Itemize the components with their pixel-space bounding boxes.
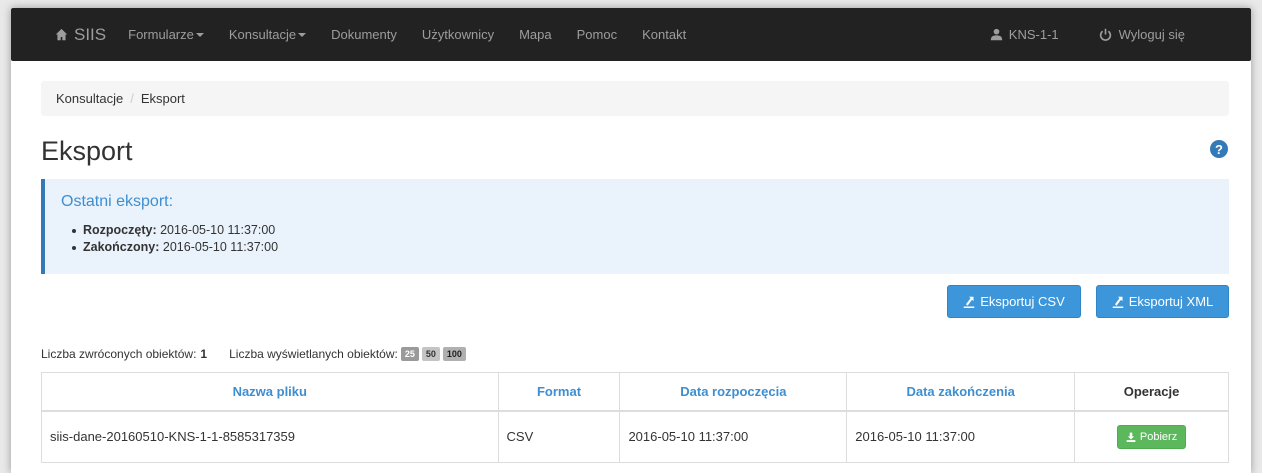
home-icon <box>55 28 68 41</box>
export-csv-button[interactable]: Eksportuj CSV <box>947 285 1081 318</box>
nav-konsultacje[interactable]: Konsultacje <box>229 27 307 42</box>
last-export-list: Rozpoczęty: 2016-05-10 11:37:00 Zakończo… <box>72 222 1229 256</box>
cell-file-name: siis-dane-20160510-KNS-1-1-8585317359 <box>41 410 499 463</box>
export-xml-button[interactable]: Eksportuj XML <box>1096 285 1229 318</box>
user-icon <box>990 28 1002 41</box>
breadcrumb-separator: / <box>130 91 134 106</box>
last-export-callout: Ostatni eksport: Rozpoczęty: 2016-05-10 … <box>41 179 1229 274</box>
top-navbar: SIIS Formularze Konsultacje Dokumenty Uż… <box>11 8 1251 61</box>
nav-uzytkownicy[interactable]: Użytkownicy <box>422 27 494 42</box>
caret-down-icon <box>298 32 307 37</box>
caret-down-icon <box>195 32 204 37</box>
nav-pomoc[interactable]: Pomoc <box>577 27 617 42</box>
col-format[interactable]: Format <box>497 372 621 412</box>
table-header-row: Nazwa pliku Format Data rozpoczęcia Data… <box>41 372 1229 412</box>
brand-link[interactable]: SIIS <box>55 25 106 45</box>
user-menu[interactable]: KNS-1-1 <box>990 27 1059 42</box>
cell-format: CSV <box>497 410 621 463</box>
page-size-100[interactable]: 100 <box>442 347 466 361</box>
list-item: Zakończony: 2016-05-10 11:37:00 <box>72 239 1229 256</box>
page-title: Eksport <box>41 136 133 166</box>
exports-table: Nazwa pliku Format Data rozpoczęcia Data… <box>41 372 1229 463</box>
page-size-25[interactable]: 25 <box>400 347 419 361</box>
logout-link[interactable]: Wyloguj się <box>1099 27 1185 42</box>
returned-count-label: Liczba zwróconych obiektów: <box>41 347 197 361</box>
nav-formularze[interactable]: Formularze <box>128 27 204 42</box>
brand-label: SIIS <box>74 24 107 44</box>
col-file-name[interactable]: Nazwa pliku <box>41 372 499 412</box>
power-icon <box>1099 28 1111 41</box>
col-end-date[interactable]: Data zakończenia <box>846 372 1076 412</box>
download-button[interactable]: Pobierz <box>1116 424 1187 449</box>
page-size-label: Liczba wyświetlanych obiektów: <box>229 347 398 361</box>
nav-kontakt[interactable]: Kontakt <box>642 27 686 42</box>
cell-end-date: 2016-05-10 11:37:00 <box>846 410 1076 463</box>
breadcrumb-konsultacje[interactable]: Konsultacje <box>56 91 123 106</box>
export-icon <box>963 296 975 308</box>
export-icon <box>1112 296 1123 308</box>
breadcrumb: Konsultacje / Eksport <box>41 81 1229 116</box>
result-counts: Liczba zwróconych obiektów: 1 Liczba wyś… <box>41 347 466 361</box>
cell-operations: Pobierz <box>1074 410 1229 463</box>
breadcrumb-current: Eksport <box>140 91 185 106</box>
col-operations: Operacje <box>1074 372 1229 412</box>
last-export-heading: Ostatni eksport: <box>61 193 174 210</box>
nav-dokumenty[interactable]: Dokumenty <box>331 27 397 42</box>
col-start-date[interactable]: Data rozpoczęcia <box>619 372 848 412</box>
cell-start-date: 2016-05-10 11:37:00 <box>619 410 848 463</box>
logout-label: Wyloguj się <box>1118 27 1185 42</box>
page-size-50[interactable]: 50 <box>421 347 440 361</box>
nav-mapa[interactable]: Mapa <box>519 27 552 42</box>
help-icon[interactable]: ? <box>1210 140 1228 158</box>
download-icon <box>1126 432 1136 442</box>
list-item: Rozpoczęty: 2016-05-10 11:37:00 <box>72 222 1229 239</box>
navbar-right: KNS-1-1 Wyloguj się <box>990 8 1251 61</box>
returned-count-value: 1 <box>200 347 208 361</box>
user-label: KNS-1-1 <box>1008 27 1059 42</box>
app-window: SIIS Formularze Konsultacje Dokumenty Uż… <box>11 8 1251 473</box>
table-row: siis-dane-20160510-KNS-1-1-8585317359 CS… <box>41 410 1229 463</box>
